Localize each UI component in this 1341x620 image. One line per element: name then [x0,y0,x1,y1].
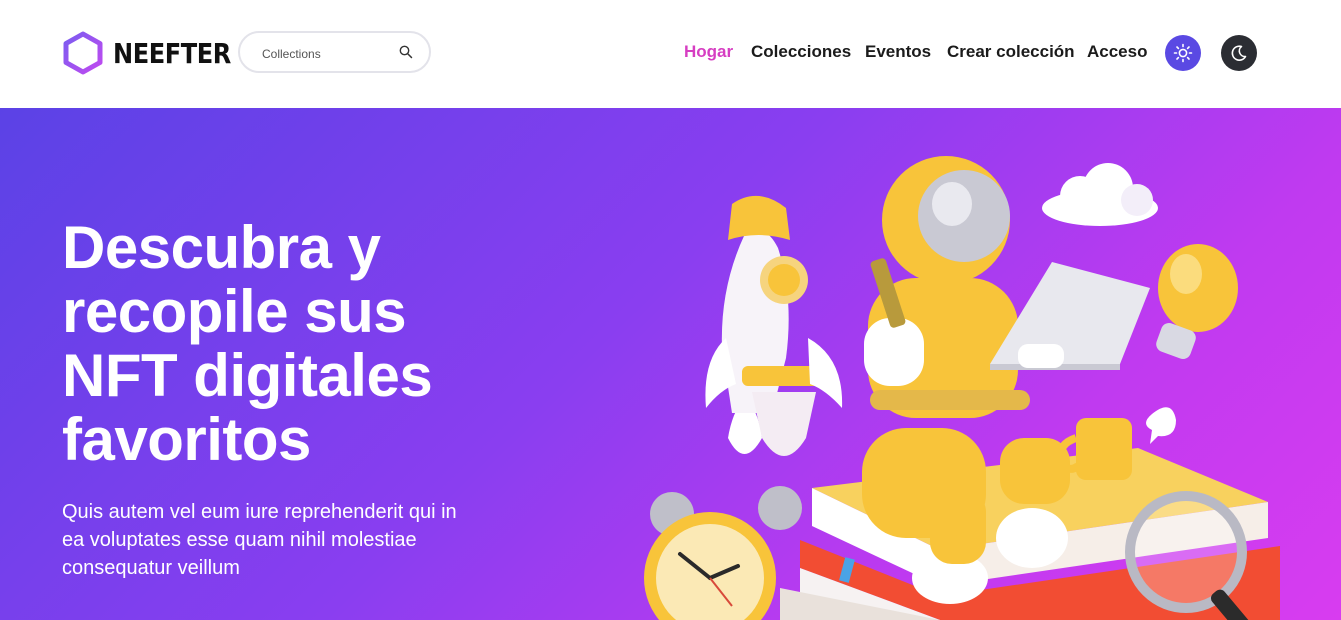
light-mode-button[interactable] [1165,35,1201,71]
nav-item-home[interactable]: Hogar [684,42,733,62]
cloud-icon [1042,163,1158,226]
nav-item-login[interactable]: Acceso [1087,42,1147,62]
rocket-icon [705,195,843,456]
site-header: NEEFTER Hogar Colecciones Eventos Crear … [0,0,1341,108]
hero-title: Descubra y recopile sus NFT digitales fa… [62,214,433,473]
nav-item-collections[interactable]: Colecciones [751,42,851,62]
hero-section: Descubra y recopile sus NFT digitales fa… [0,108,1341,620]
brand-name: NEEFTER [113,36,231,70]
alarm-clock-icon [644,486,802,620]
lightbulb-icon [1156,244,1238,359]
mug-icon [1055,418,1132,480]
nav-item-events[interactable]: Eventos [865,42,931,62]
moon-icon [1231,45,1247,61]
search-icon[interactable] [399,45,413,64]
dark-mode-button[interactable] [1221,35,1257,71]
search-box[interactable] [238,31,431,73]
sun-icon [1173,43,1193,63]
astronaut-on-books-illustration [644,156,1280,620]
brand-logo[interactable]: NEEFTER [63,31,250,75]
search-input[interactable] [260,43,394,65]
nav-item-create-collection[interactable]: Crear colección [947,42,1075,62]
hexagon-logo-icon [63,31,103,75]
hero-subtitle: Quis autem vel eum iure reprehenderit qu… [62,501,457,579]
